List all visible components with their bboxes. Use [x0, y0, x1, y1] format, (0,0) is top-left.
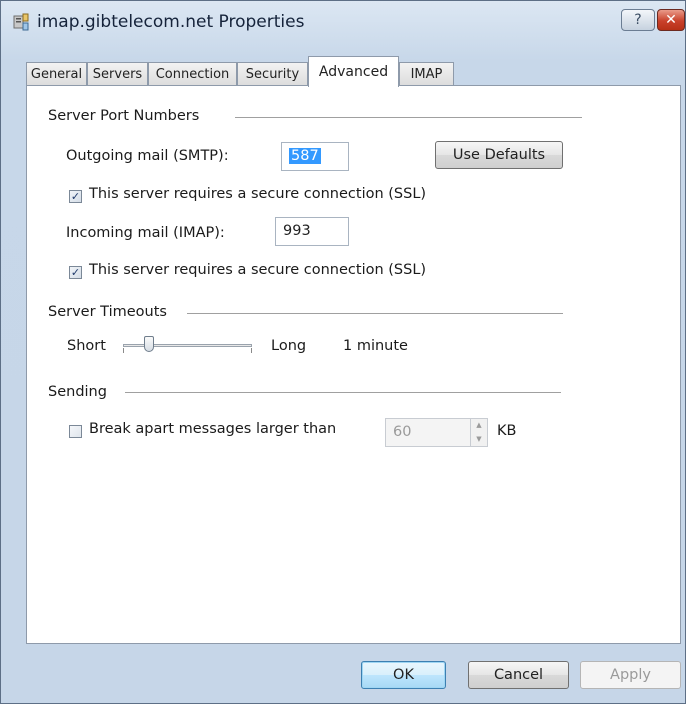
properties-dialog: imap.gibtelecom.net Properties ? ✕ Gener…: [0, 0, 686, 704]
window-title: imap.gibtelecom.net Properties: [37, 12, 305, 32]
timeout-short-label: Short: [67, 338, 106, 354]
incoming-ssl-checkbox[interactable]: ✓: [69, 266, 82, 279]
use-defaults-button[interactable]: Use Defaults: [435, 141, 563, 169]
timeout-value-label: 1 minute: [343, 338, 408, 354]
message-size-value: 60: [393, 424, 412, 440]
tab-imap[interactable]: IMAP: [399, 62, 454, 86]
message-size-input[interactable]: 60: [385, 418, 471, 447]
break-apart-checkbox[interactable]: [69, 425, 82, 438]
spin-down-icon[interactable]: ▼: [471, 433, 487, 446]
tab-general[interactable]: General: [26, 62, 87, 86]
sending-heading: Sending: [48, 384, 107, 400]
timeout-long-label: Long: [271, 338, 307, 354]
help-button[interactable]: ?: [621, 9, 655, 31]
close-icon: ✕: [665, 12, 677, 28]
close-button[interactable]: ✕: [657, 9, 685, 31]
apply-button[interactable]: Apply: [580, 661, 681, 689]
mail-server-icon: [13, 13, 29, 31]
incoming-port-input[interactable]: 993: [275, 217, 349, 246]
message-size-spinner[interactable]: ▲ ▼: [470, 418, 488, 447]
timeout-slider-thumb[interactable]: [143, 336, 154, 352]
outgoing-mail-label: Outgoing mail (SMTP):: [66, 148, 229, 164]
advanced-tab-panel: Server Port Numbers Outgoing mail (SMTP)…: [26, 85, 681, 644]
tab-security[interactable]: Security: [237, 62, 308, 86]
outgoing-port-input[interactable]: 587: [281, 142, 349, 171]
tab-connection[interactable]: Connection: [148, 62, 237, 86]
incoming-port-value: 993: [283, 223, 311, 239]
break-apart-label[interactable]: Break apart messages larger than: [89, 421, 336, 437]
ok-button[interactable]: OK: [361, 661, 446, 689]
tab-servers[interactable]: Servers: [87, 62, 148, 86]
group-divider: [125, 392, 561, 393]
tab-advanced[interactable]: Advanced: [308, 56, 399, 87]
group-divider: [187, 313, 563, 314]
server-timeouts-heading: Server Timeouts: [48, 304, 167, 320]
check-icon: ✓: [70, 190, 81, 203]
outgoing-ssl-checkbox[interactable]: ✓: [69, 190, 82, 203]
server-port-numbers-heading: Server Port Numbers: [48, 108, 200, 124]
cancel-button[interactable]: Cancel: [468, 661, 569, 689]
slider-tick: [123, 348, 124, 353]
timeout-slider-track[interactable]: [123, 344, 252, 347]
title-bar[interactable]: imap.gibtelecom.net Properties ? ✕: [1, 1, 685, 45]
incoming-mail-label: Incoming mail (IMAP):: [66, 225, 225, 241]
message-size-unit: KB: [497, 423, 517, 439]
spin-up-icon[interactable]: ▲: [471, 419, 487, 432]
slider-tick: [251, 348, 252, 353]
help-icon: ?: [634, 12, 642, 28]
group-divider: [235, 117, 582, 118]
outgoing-ssl-label[interactable]: This server requires a secure connection…: [89, 186, 426, 202]
check-icon: ✓: [70, 266, 81, 279]
outgoing-port-value: 587: [289, 148, 321, 164]
incoming-ssl-label[interactable]: This server requires a secure connection…: [89, 262, 426, 278]
